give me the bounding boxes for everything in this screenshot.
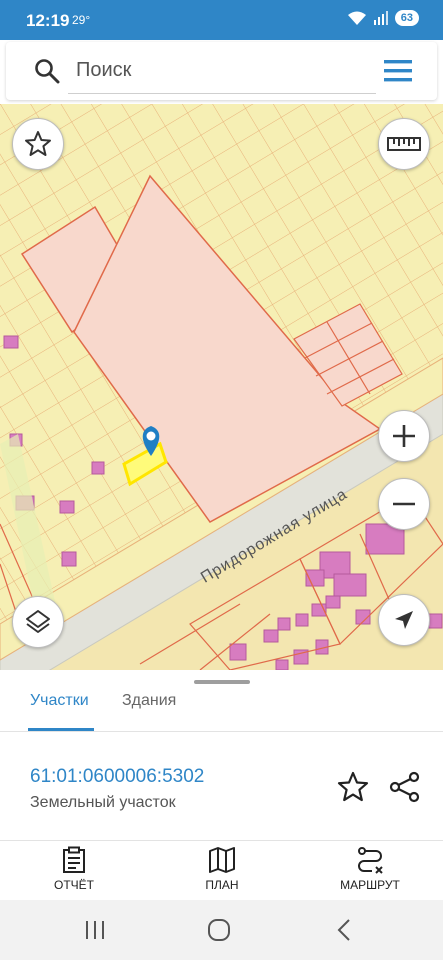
my-location-button[interactable] xyxy=(378,594,430,646)
status-temperature: 29° xyxy=(72,13,91,27)
plus-icon xyxy=(393,425,415,447)
star-outline-icon[interactable] xyxy=(336,770,370,804)
recent-apps-icon[interactable] xyxy=(84,918,106,942)
zoom-in-button[interactable] xyxy=(378,410,430,462)
tab-buildings[interactable]: Здания xyxy=(122,692,176,710)
share-icon[interactable] xyxy=(388,770,422,804)
tab-bar: Участки Здания xyxy=(0,684,443,732)
zoom-out-button[interactable] xyxy=(378,478,430,530)
nav-route-button[interactable]: МАРШРУТ xyxy=(315,846,425,892)
home-icon[interactable] xyxy=(207,918,231,942)
favorite-button[interactable] xyxy=(12,118,64,170)
map-canvas[interactable] xyxy=(0,104,443,670)
nav-report-button[interactable]: ОТЧЁТ xyxy=(19,846,129,892)
navigation-arrow-icon xyxy=(395,611,413,629)
status-indicators: 63 xyxy=(347,10,419,26)
bottom-navigation: ОТЧЁТ ПЛАН МАРШРУТ xyxy=(0,842,443,900)
battery-indicator: 63 xyxy=(394,10,419,26)
hamburger-menu-icon[interactable] xyxy=(378,56,418,86)
layers-icon xyxy=(26,610,50,633)
ruler-button[interactable] xyxy=(378,118,430,170)
back-icon[interactable] xyxy=(334,918,354,942)
tab-parcels[interactable]: Участки xyxy=(30,692,89,710)
system-navigation-bar xyxy=(0,900,443,960)
parcel-cadastral-number[interactable]: 61:01:0600006:5302 xyxy=(30,766,204,788)
nav-plan-label: ПЛАН xyxy=(205,878,239,892)
star-outline-icon xyxy=(25,131,51,156)
divider xyxy=(0,840,443,841)
route-icon xyxy=(358,847,383,874)
map-icon xyxy=(209,847,235,873)
nav-report-label: ОТЧЁТ xyxy=(53,878,94,892)
status-bar: 12:19 29° 63 xyxy=(0,0,443,40)
wifi-icon xyxy=(347,11,366,25)
ruler-icon xyxy=(387,137,421,151)
parcel-type: Земельный участок xyxy=(30,794,176,811)
layers-button[interactable] xyxy=(12,596,64,648)
minus-icon xyxy=(393,502,415,506)
search-icon[interactable] xyxy=(34,58,60,84)
nav-plan-button[interactable]: ПЛАН xyxy=(167,846,277,892)
status-time: 12:19 xyxy=(26,11,70,30)
active-tab-indicator xyxy=(28,728,94,731)
clipboard-icon xyxy=(63,846,85,873)
cadastral-map[interactable]: Придорожная улица xyxy=(0,104,443,670)
nav-route-label: МАРШРУТ xyxy=(340,878,400,892)
search-bar xyxy=(6,42,437,100)
search-input[interactable] xyxy=(68,48,376,94)
signal-icon xyxy=(373,11,388,25)
